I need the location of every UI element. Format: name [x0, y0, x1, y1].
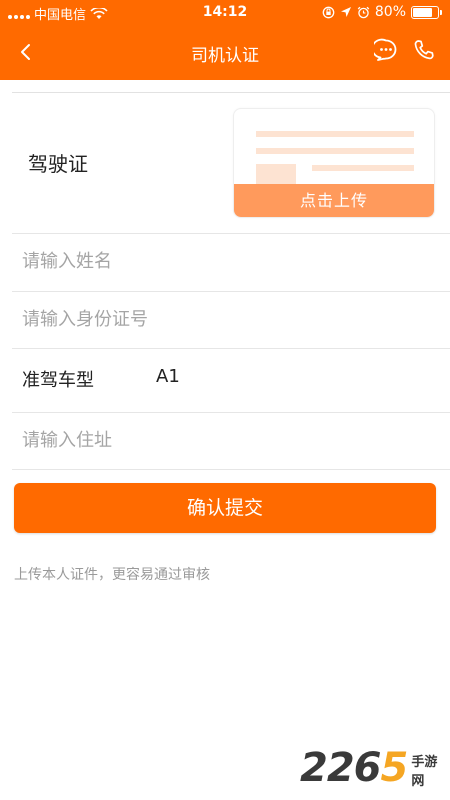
watermark-text: 手游网	[411, 755, 438, 789]
license-upload-card[interactable]: 点击上传	[233, 108, 435, 218]
submit-button[interactable]: 确认提交	[14, 483, 436, 533]
top-divider	[12, 92, 450, 93]
watermark-digit-accent: 5	[380, 745, 409, 791]
card-placeholder-line	[256, 131, 414, 137]
watermark-number: 2265	[300, 745, 409, 791]
upload-button[interactable]: 点击上传	[234, 184, 434, 217]
address-input[interactable]	[22, 420, 432, 460]
orientation-lock-icon	[322, 6, 335, 18]
location-icon	[340, 7, 351, 17]
chat-icon[interactable]	[374, 38, 398, 62]
battery-percent: 80%	[374, 4, 406, 20]
status-bar: 中国电信 14:12 80%	[0, 0, 450, 26]
hint-text: 上传本人证件，更容易通过审核	[14, 567, 210, 583]
license-type-select[interactable]: A1	[156, 366, 180, 387]
watermark-digits: 22	[300, 745, 355, 791]
card-placeholder-line	[312, 165, 414, 171]
name-input[interactable]	[22, 241, 432, 281]
row-divider	[12, 233, 450, 234]
license-type-label: 准驾车型	[22, 370, 94, 391]
license-label: 驾驶证	[28, 152, 88, 176]
alarm-icon	[357, 6, 370, 18]
nav-bar: 司机认证	[0, 26, 450, 80]
status-right: 80%	[322, 4, 442, 20]
battery-icon	[411, 5, 442, 19]
card-placeholder-line	[256, 148, 414, 154]
row-divider	[12, 469, 450, 470]
id-number-input[interactable]	[22, 299, 432, 339]
row-divider	[12, 291, 450, 292]
phone-icon[interactable]	[412, 38, 436, 62]
watermark-digit: 6	[353, 745, 382, 791]
row-divider	[12, 348, 450, 349]
row-divider	[12, 412, 450, 413]
watermark-logo: 2265 手游网	[300, 744, 450, 792]
